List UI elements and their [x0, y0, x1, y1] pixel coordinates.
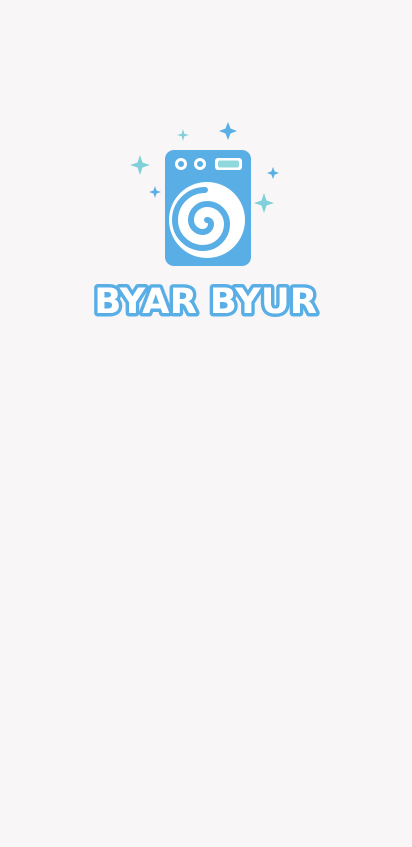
- sparkle-icon: [177, 129, 189, 141]
- sparkle-icon: [130, 155, 150, 175]
- brand-name: BYAR BYUR: [95, 282, 318, 322]
- sparkle-icon: [254, 193, 274, 213]
- washing-machine-icon: [165, 150, 251, 266]
- app-logo: BYAR BYUR BYAR BYUR: [91, 122, 320, 326]
- splash-screen: BYAR BYUR BYAR BYUR: [0, 0, 412, 847]
- brand-wordmark: BYAR BYUR BYAR BYUR: [91, 279, 320, 326]
- sparkle-icon: [219, 122, 237, 140]
- sparkle-icon: [267, 167, 279, 179]
- sparkle-icon: [149, 186, 161, 198]
